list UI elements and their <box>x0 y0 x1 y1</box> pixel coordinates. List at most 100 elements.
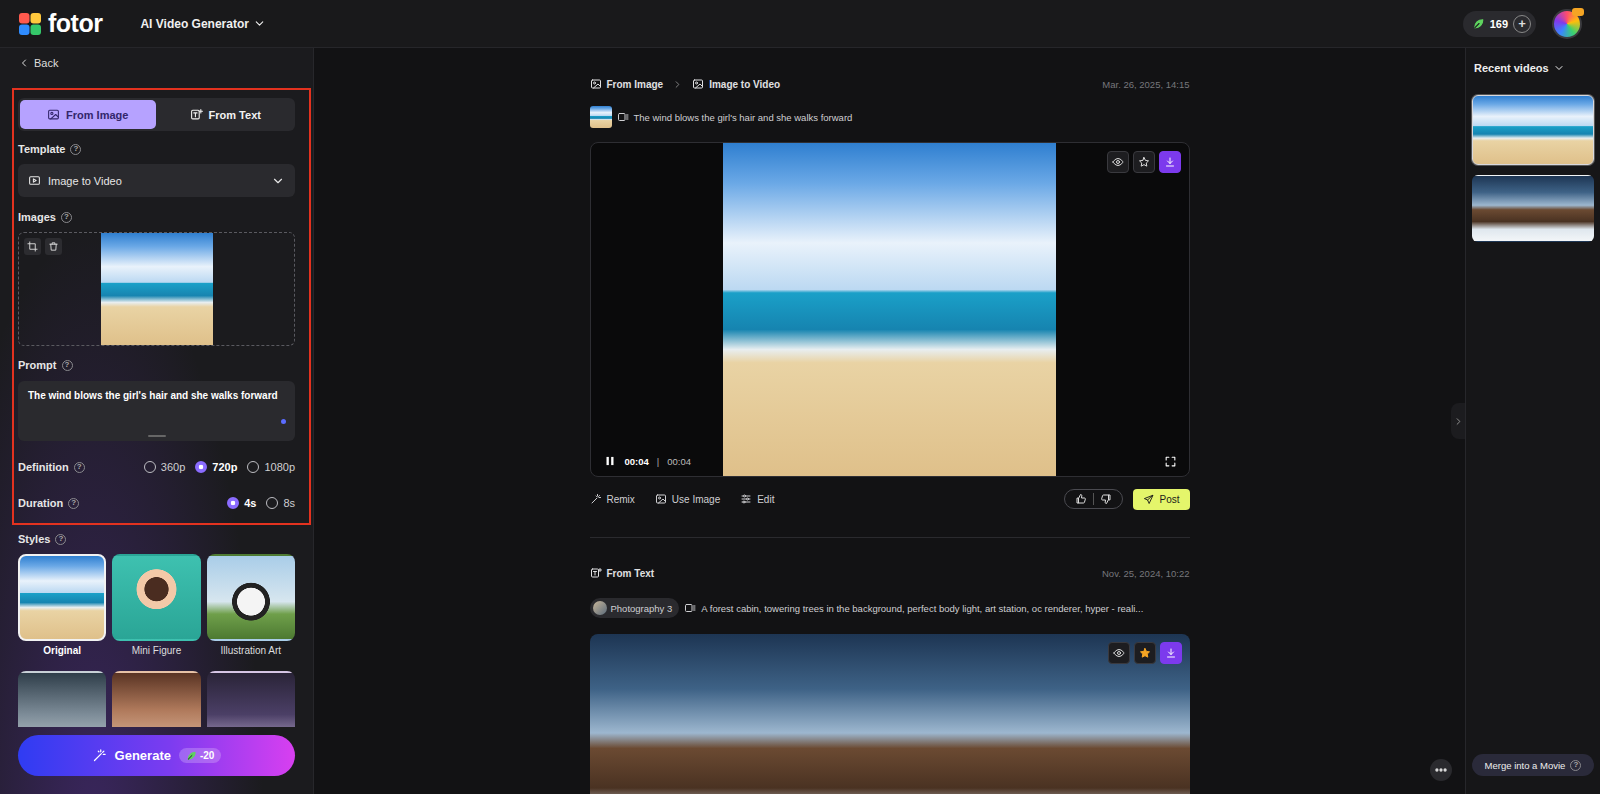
merge-button[interactable]: Merge into a Movie? <box>1472 754 1594 776</box>
duration-option[interactable]: 4s <box>227 497 256 509</box>
credits-pill[interactable]: 169+ <box>1463 11 1536 37</box>
option-label[interactable]: 720p <box>212 461 237 473</box>
action-button[interactable]: Use Image <box>655 493 720 505</box>
radio-button[interactable] <box>227 497 239 509</box>
more-button[interactable] <box>1430 759 1452 781</box>
source-label[interactable]: From Image <box>607 79 664 90</box>
option-label[interactable]: 1080p <box>264 461 295 473</box>
post-button[interactable]: Post <box>1133 489 1189 510</box>
download-icon[interactable] <box>1164 156 1176 168</box>
generate-button[interactable]: Generate-20 <box>18 735 295 776</box>
pause-icon[interactable] <box>603 454 617 468</box>
template-label[interactable]: Image to Video <box>709 79 780 90</box>
eye-icon[interactable] <box>1112 156 1124 168</box>
style-card[interactable]: Original <box>18 554 106 658</box>
template-dropdown[interactable]: Image to Video <box>18 164 295 197</box>
favorite-button[interactable] <box>1134 642 1156 664</box>
action-button[interactable]: Remix <box>590 493 635 505</box>
template-value[interactable]: Image to Video <box>48 175 264 187</box>
eye-icon[interactable] <box>1113 647 1125 659</box>
radio-button[interactable] <box>195 461 207 473</box>
star-icon[interactable] <box>1139 647 1151 659</box>
option-label[interactable]: 360p <box>161 461 185 473</box>
style-card[interactable] <box>112 671 200 727</box>
style-thumbnail[interactable] <box>207 554 295 641</box>
logo[interactable]: fotor <box>18 9 102 38</box>
chevron-left-icon[interactable] <box>18 57 30 69</box>
favorite-button[interactable] <box>1133 151 1155 173</box>
action-label[interactable]: Use Image <box>672 494 720 505</box>
back-link[interactable]: Back <box>18 55 295 71</box>
definition-option[interactable]: 360p <box>144 461 185 473</box>
definition-option[interactable]: 1080p <box>247 461 295 473</box>
thumbs-up-icon[interactable] <box>1075 493 1087 505</box>
video-frame[interactable] <box>723 143 1056 476</box>
style-label[interactable]: Illustration Art <box>221 644 282 658</box>
radio-button[interactable] <box>144 461 156 473</box>
definition-option[interactable]: 720p <box>195 461 237 473</box>
trash-icon[interactable] <box>48 241 59 252</box>
style-thumbnail[interactable] <box>18 671 106 727</box>
help-icon[interactable]: ? <box>68 498 79 509</box>
resize-handle[interactable] <box>148 435 166 437</box>
source-tab[interactable]: From Text <box>158 100 294 129</box>
source-thumbnail[interactable] <box>590 106 612 128</box>
action-label[interactable]: Remix <box>607 494 635 505</box>
chevron-down-icon[interactable] <box>1553 62 1565 74</box>
source-label[interactable]: From Text <box>607 568 655 579</box>
help-icon[interactable]: ? <box>61 212 72 223</box>
image-dropzone[interactable] <box>18 232 295 346</box>
prompt-text[interactable]: The wind blows the girl's hair and she w… <box>28 390 278 401</box>
download-button[interactable] <box>1160 642 1182 664</box>
chevron-down-icon[interactable] <box>253 17 266 30</box>
style-thumbnail[interactable] <box>207 671 295 727</box>
add-credits-button[interactable]: + <box>1513 15 1531 33</box>
help-icon[interactable]: ? <box>55 534 66 545</box>
source-tab[interactable]: From Image <box>20 100 156 129</box>
style-card[interactable]: Illustration Art <box>207 554 295 658</box>
style-thumbnail[interactable] <box>112 671 200 727</box>
duration-option[interactable]: 8s <box>266 497 295 509</box>
recent-title[interactable]: Recent videos <box>1474 62 1549 74</box>
help-icon[interactable]: ? <box>74 462 85 473</box>
style-card[interactable]: Mini Figure <box>112 554 200 658</box>
star-icon[interactable] <box>1138 156 1150 168</box>
preview-button[interactable] <box>1107 151 1129 173</box>
style-tag[interactable]: Photography 3 <box>590 598 680 618</box>
more-icon[interactable] <box>1434 763 1448 777</box>
back-text[interactable]: Back <box>34 57 58 69</box>
tool-dropdown[interactable]: AI Video Generator <box>140 17 265 31</box>
style-thumbnail[interactable] <box>18 554 106 641</box>
video-player[interactable]: 00:04|00:04 <box>590 142 1190 477</box>
prompt-input[interactable]: The wind blows the girl's hair and she w… <box>18 381 295 441</box>
download-button[interactable] <box>1159 151 1181 173</box>
post-label[interactable]: Post <box>1159 494 1179 505</box>
recent-video-thumbnail[interactable] <box>1472 175 1594 242</box>
option-label[interactable]: 8s <box>283 497 295 509</box>
chevron-right-icon[interactable] <box>1453 416 1464 427</box>
help-icon[interactable]: ? <box>62 360 73 371</box>
help-icon[interactable]: ? <box>1570 760 1581 771</box>
merge-label[interactable]: Merge into a Movie <box>1485 760 1566 771</box>
download-icon[interactable] <box>1165 647 1177 659</box>
style-card[interactable] <box>207 671 295 727</box>
crop-button[interactable] <box>24 238 41 255</box>
preview-button[interactable] <box>1108 642 1130 664</box>
tool-name[interactable]: AI Video Generator <box>140 17 248 31</box>
help-icon[interactable]: ? <box>70 144 81 155</box>
crop-icon[interactable] <box>27 241 38 252</box>
action-button[interactable]: Edit <box>740 493 774 505</box>
chevron-down-icon[interactable] <box>271 174 285 188</box>
collapse-tab[interactable] <box>1451 403 1465 439</box>
fullscreen-icon[interactable] <box>1164 455 1177 468</box>
action-label[interactable]: Edit <box>757 494 774 505</box>
radio-button[interactable] <box>266 497 278 509</box>
logo-text[interactable]: fotor <box>48 9 102 38</box>
style-card[interactable] <box>18 671 106 727</box>
style-label[interactable]: Mini Figure <box>132 644 181 658</box>
user-avatar[interactable] <box>1552 9 1582 39</box>
recent-videos-header[interactable]: Recent videos <box>1472 59 1594 77</box>
style-thumbnail[interactable] <box>112 554 200 641</box>
delete-button[interactable] <box>45 238 62 255</box>
recent-video-thumbnail[interactable] <box>1472 95 1594 165</box>
